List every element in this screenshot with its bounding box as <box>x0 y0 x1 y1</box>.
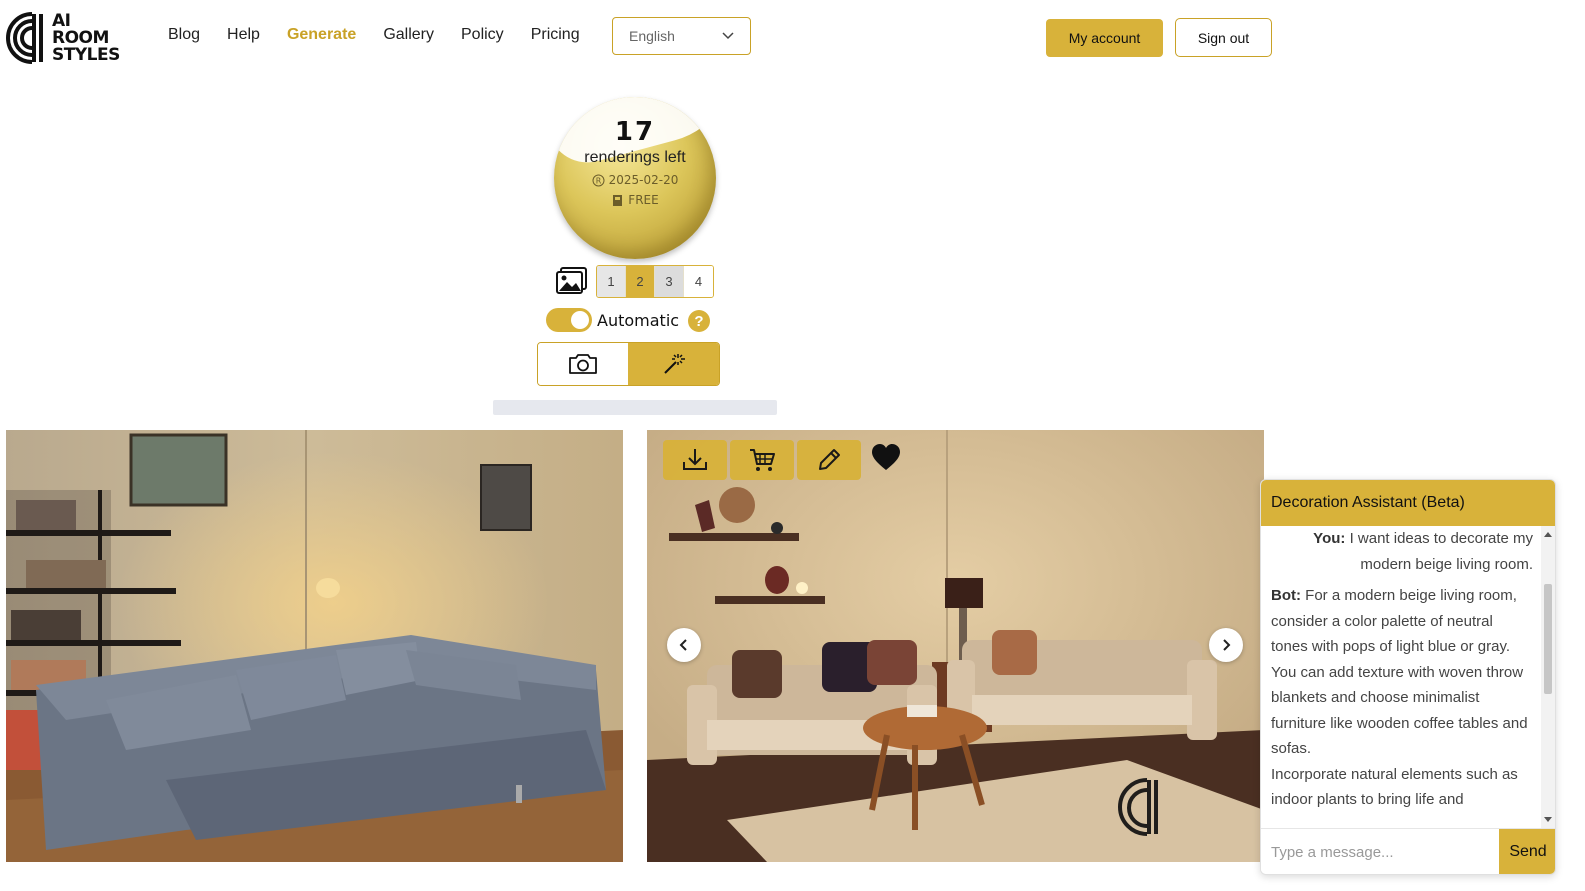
language-select[interactable]: English <box>612 17 751 55</box>
nav-gallery[interactable]: Gallery <box>383 26 434 44</box>
next-image-button[interactable] <box>1209 628 1243 662</box>
render-count-2[interactable]: 2 <box>626 266 655 297</box>
chat-messages[interactable]: You: I want ideas to decorate my modern … <box>1261 526 1543 828</box>
credits-count: 17 <box>614 117 656 147</box>
chevron-right-icon <box>1223 639 1231 651</box>
logo-line-1: AI <box>52 10 71 31</box>
nav-policy[interactable]: Policy <box>461 26 504 44</box>
credits-plan-row: FREE <box>554 193 716 207</box>
main-nav: Blog Help Generate Gallery Policy Pricin… <box>168 26 607 44</box>
nav-blog[interactable]: Blog <box>168 26 200 44</box>
page: AI ROOM STYLES Blog Help Generate Galler… <box>0 0 1585 891</box>
logo-line-3: STYLES <box>52 44 120 65</box>
cart-icon <box>750 449 775 471</box>
mode-selector <box>537 342 720 386</box>
chat-title: Decoration Assistant (Beta) <box>1271 494 1465 511</box>
help-icon[interactable]: ? <box>688 310 710 332</box>
plan-icon <box>611 194 624 207</box>
credits-expiry-row: R 2025-02-20 <box>554 173 716 187</box>
language-select-value: English <box>629 28 675 44</box>
automatic-label: Automatic <box>597 311 680 330</box>
shop-button[interactable] <box>730 440 794 480</box>
send-button[interactable]: Send <box>1499 829 1555 874</box>
scroll-thumb[interactable] <box>1544 584 1552 694</box>
user-prefix: You: <box>1313 530 1346 547</box>
pencil-icon <box>819 449 840 470</box>
chevron-left-icon <box>679 639 687 651</box>
render-count-1[interactable]: 1 <box>597 266 626 297</box>
nav-pricing[interactable]: Pricing <box>531 26 580 44</box>
credits-badge: 17 renderings left R 2025-02-20 FREE <box>554 97 716 259</box>
bot-message-text-1: For a modern beige living room, consider… <box>1271 587 1517 655</box>
my-account-button[interactable]: My account <box>1046 19 1163 57</box>
magic-wand-icon <box>663 354 685 374</box>
sign-out-button[interactable]: Sign out <box>1175 18 1272 57</box>
user-message: You: I want ideas to decorate my modern … <box>1271 526 1533 577</box>
user-message-text: I want ideas to decorate my modern beige… <box>1349 530 1533 573</box>
scroll-down-arrow-icon[interactable] <box>1544 817 1552 822</box>
automatic-toggle[interactable] <box>546 308 592 332</box>
svg-text:R: R <box>595 176 601 185</box>
chat-scrollbar[interactable] <box>1541 526 1555 828</box>
generate-mode-button[interactable] <box>628 343 719 385</box>
render-count-3[interactable]: 3 <box>655 266 684 297</box>
original-room-image <box>6 430 623 862</box>
bot-message-text-2: You can add texture with woven throw bla… <box>1271 663 1528 758</box>
nav-generate[interactable]: Generate <box>287 26 356 44</box>
edit-button[interactable] <box>797 440 861 480</box>
heart-icon[interactable] <box>870 442 902 474</box>
render-count-selector: 1 2 3 4 <box>596 265 714 298</box>
render-count-4[interactable]: 4 <box>684 266 713 297</box>
camera-icon <box>569 354 597 374</box>
download-button[interactable] <box>663 440 727 480</box>
chat-header[interactable]: Decoration Assistant (Beta) <box>1261 480 1555 526</box>
logo-line-2: ROOM <box>52 27 109 48</box>
chevron-down-icon <box>722 32 734 40</box>
download-icon <box>683 449 707 470</box>
credits-plan: FREE <box>628 193 659 207</box>
logo-text: AI ROOM STYLES <box>52 10 120 65</box>
scroll-up-arrow-icon[interactable] <box>1544 532 1552 537</box>
images-icon <box>556 267 587 294</box>
credits-expiry: 2025-02-20 <box>608 173 679 187</box>
chat-message-input[interactable] <box>1261 829 1499 874</box>
photo-mode-button[interactable] <box>538 343 628 385</box>
render-progress-bar <box>493 400 777 415</box>
logo-mark-icon <box>6 12 43 64</box>
decoration-assistant-chat: Decoration Assistant (Beta) You: I want … <box>1260 479 1556 875</box>
chat-input-row: Send <box>1261 828 1555 874</box>
bot-prefix: Bot: <box>1271 587 1301 604</box>
nav-help[interactable]: Help <box>227 26 260 44</box>
credits-label: renderings left <box>584 149 686 166</box>
renew-icon: R <box>592 174 605 187</box>
bot-message: Bot: For a modern beige living room, con… <box>1271 583 1533 813</box>
generated-room-image <box>647 430 1264 862</box>
previous-image-button[interactable] <box>667 628 701 662</box>
logo[interactable]: AI ROOM STYLES <box>2 8 122 68</box>
bot-message-text-3: Incorporate natural elements such as ind… <box>1271 765 1518 809</box>
